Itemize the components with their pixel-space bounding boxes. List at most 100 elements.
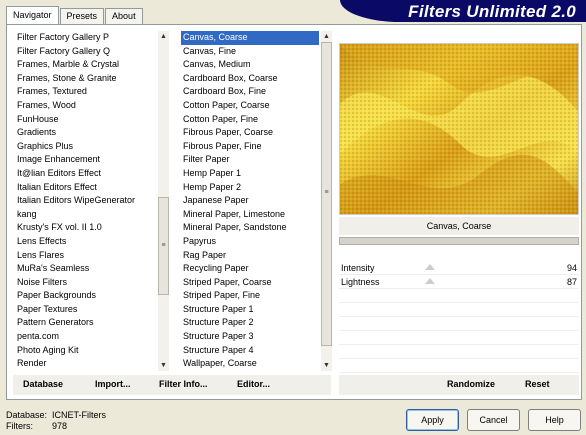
list-item[interactable]: Filter Factory Gallery Q xyxy=(15,45,161,59)
list-item[interactable]: Canvas, Fine xyxy=(181,45,319,59)
list-item[interactable]: Frames, Textured xyxy=(15,85,161,99)
scroll-up-icon[interactable]: ▲ xyxy=(321,31,332,42)
param-empty-row xyxy=(339,289,579,303)
list-item[interactable]: Canvas, Medium xyxy=(181,58,319,72)
list-item[interactable]: Render xyxy=(15,357,161,371)
editor-button[interactable]: Editor... xyxy=(237,379,270,389)
import-button[interactable]: Import... xyxy=(95,379,131,389)
list-item[interactable]: It@lian Editors Effect xyxy=(15,167,161,181)
parameter-list: Intensity 94 Lightness 87 xyxy=(339,261,579,373)
list-item[interactable]: Mineral Paper, Sandstone xyxy=(181,221,319,235)
list-item[interactable]: Filter Paper xyxy=(181,153,319,167)
tab-bar: Navigator Presets About xyxy=(6,6,144,24)
parameter-toolbar: Randomize Reset xyxy=(339,375,579,395)
filters-label: Filters: xyxy=(6,421,33,431)
scroll-thumb[interactable]: ≡ xyxy=(158,197,169,295)
list-item[interactable]: Paper Backgrounds xyxy=(15,289,161,303)
database-value: ICNET-Filters xyxy=(52,410,106,420)
list-item[interactable]: Striped Paper, Coarse xyxy=(181,276,319,290)
param-empty-row xyxy=(339,331,579,345)
list-item[interactable]: kang xyxy=(15,208,161,222)
navigator-toolbar: Database Import... Filter Info... Editor… xyxy=(13,375,331,395)
list-item[interactable]: Hemp Paper 1 xyxy=(181,167,319,181)
list-item[interactable]: Mineral Paper, Limestone xyxy=(181,208,319,222)
list-item[interactable]: Italian Editors Effect xyxy=(15,181,161,195)
selected-filter-name: Canvas, Coarse xyxy=(339,217,579,235)
tab-about[interactable]: About xyxy=(105,8,143,24)
list-item[interactable]: penta.com xyxy=(15,330,161,344)
filter-scrollbar[interactable]: ▲ ≡ ▼ xyxy=(321,31,332,371)
list-item[interactable]: Noise Filters xyxy=(15,276,161,290)
list-item[interactable]: Canvas, Coarse xyxy=(181,31,319,45)
filter-list[interactable]: Canvas, Coarse Canvas, Fine Canvas, Medium… xyxy=(181,31,319,371)
category-scrollbar[interactable]: ▲ ≡ ▼ xyxy=(158,31,169,371)
param-intensity[interactable]: Intensity 94 xyxy=(339,261,579,275)
slider-marker-icon[interactable] xyxy=(425,278,435,284)
list-item[interactable]: Photo Aging Kit xyxy=(15,344,161,358)
scroll-down-icon[interactable]: ▼ xyxy=(321,360,332,371)
scroll-thumb[interactable]: ≡ xyxy=(321,42,332,346)
navigator-panel: Filter Factory Gallery P Filter Factory G… xyxy=(6,24,582,400)
list-item[interactable]: Image Enhancement xyxy=(15,153,161,167)
progress-bar xyxy=(339,237,579,245)
tab-navigator[interactable]: Navigator xyxy=(6,6,59,24)
list-item[interactable]: Gradients xyxy=(15,126,161,140)
filter-info-button[interactable]: Filter Info... xyxy=(159,379,208,389)
list-item[interactable]: Wallpaper, Coarse xyxy=(181,357,319,371)
list-item[interactable]: Fibrous Paper, Coarse xyxy=(181,126,319,140)
list-item[interactable]: Japanese Paper xyxy=(181,194,319,208)
tab-presets[interactable]: Presets xyxy=(59,8,105,24)
list-item[interactable]: Structure Paper 2 xyxy=(181,316,319,330)
help-button[interactable]: Help xyxy=(528,409,581,431)
slider-marker-icon[interactable] xyxy=(425,264,435,270)
list-item[interactable]: Structure Paper 4 xyxy=(181,344,319,358)
param-empty-row xyxy=(339,317,579,331)
list-item[interactable]: Krusty's FX vol. II 1.0 xyxy=(15,221,161,235)
list-item[interactable]: MuRa's Seamless xyxy=(15,262,161,276)
list-item[interactable]: Structure Paper 3 xyxy=(181,330,319,344)
list-item[interactable]: Frames, Marble & Crystal xyxy=(15,58,161,72)
list-item[interactable]: Papyrus xyxy=(181,235,319,249)
param-value: 94 xyxy=(566,263,577,273)
category-list[interactable]: Filter Factory Gallery P Filter Factory G… xyxy=(15,31,161,371)
apply-button[interactable]: Apply xyxy=(406,409,459,431)
list-item[interactable]: Fibrous Paper, Fine xyxy=(181,140,319,154)
scroll-up-icon[interactable]: ▲ xyxy=(158,31,169,42)
preview-texture xyxy=(340,44,578,214)
list-item[interactable]: Cotton Paper, Fine xyxy=(181,113,319,127)
param-label: Lightness xyxy=(341,277,380,287)
app-title: Filters Unlimited 2.0 xyxy=(408,2,576,21)
list-item[interactable]: Frames, Wood xyxy=(15,99,161,113)
param-value: 87 xyxy=(566,277,577,287)
param-label: Intensity xyxy=(341,263,375,273)
param-empty-row xyxy=(339,345,579,359)
list-item[interactable]: Hemp Paper 2 xyxy=(181,181,319,195)
list-item[interactable]: Cardboard Box, Fine xyxy=(181,85,319,99)
filter-preview-image xyxy=(339,43,579,215)
list-item[interactable]: Italian Editors WipeGenerator xyxy=(15,194,161,208)
list-item[interactable]: Pattern Generators xyxy=(15,316,161,330)
title-banner: Filters Unlimited 2.0 xyxy=(340,0,586,22)
list-item[interactable]: Striped Paper, Fine xyxy=(181,289,319,303)
cancel-button[interactable]: Cancel xyxy=(467,409,520,431)
list-item[interactable]: Lens Flares xyxy=(15,249,161,263)
param-empty-row xyxy=(339,359,579,373)
database-label: Database: xyxy=(6,410,48,420)
list-item[interactable]: Paper Textures xyxy=(15,303,161,317)
list-item[interactable]: Rag Paper xyxy=(181,249,319,263)
list-item[interactable]: Cardboard Box, Coarse xyxy=(181,72,319,86)
list-item[interactable]: Lens Effects xyxy=(15,235,161,249)
param-empty-row xyxy=(339,303,579,317)
param-lightness[interactable]: Lightness 87 xyxy=(339,275,579,289)
list-item[interactable]: Filter Factory Gallery P xyxy=(15,31,161,45)
list-item[interactable]: Cotton Paper, Coarse xyxy=(181,99,319,113)
list-item[interactable]: Recycling Paper xyxy=(181,262,319,276)
randomize-button[interactable]: Randomize xyxy=(447,379,495,389)
database-button[interactable]: Database xyxy=(23,379,63,389)
scroll-down-icon[interactable]: ▼ xyxy=(158,360,169,371)
list-item[interactable]: Frames, Stone & Granite xyxy=(15,72,161,86)
list-item[interactable]: Structure Paper 1 xyxy=(181,303,319,317)
reset-button[interactable]: Reset xyxy=(525,379,550,389)
list-item[interactable]: Graphics Plus xyxy=(15,140,161,154)
list-item[interactable]: FunHouse xyxy=(15,113,161,127)
